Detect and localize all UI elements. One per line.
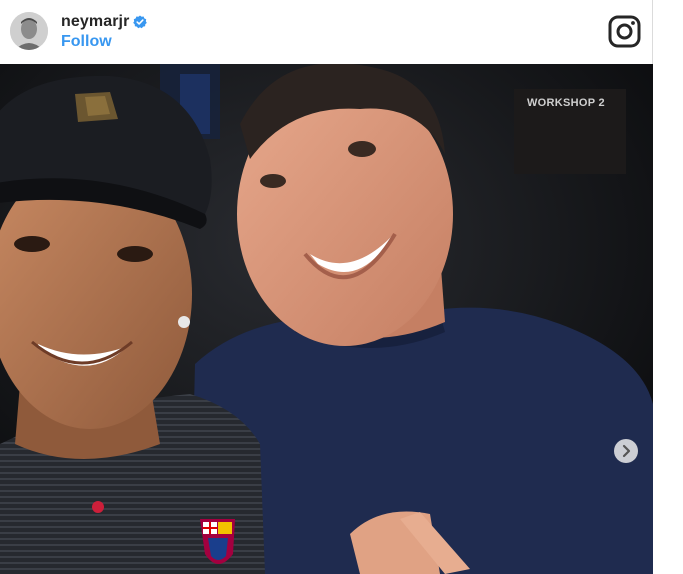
verified-badge-icon xyxy=(133,15,147,29)
next-photo-button[interactable] xyxy=(614,439,638,463)
follow-button[interactable]: Follow xyxy=(61,33,112,51)
avatar[interactable] xyxy=(10,12,48,50)
post-header: neymarjr Follow xyxy=(0,0,653,64)
workshop-sign-text: WORKSHOP 2 xyxy=(527,97,605,109)
username[interactable]: neymarjr xyxy=(61,13,129,31)
chevron-right-icon xyxy=(622,444,631,458)
instagram-embed: neymarjr Follow WORKSHOP 2 xyxy=(0,0,653,574)
post-photo[interactable]: WORKSHOP 2 xyxy=(0,64,653,574)
instagram-icon[interactable] xyxy=(608,15,641,48)
